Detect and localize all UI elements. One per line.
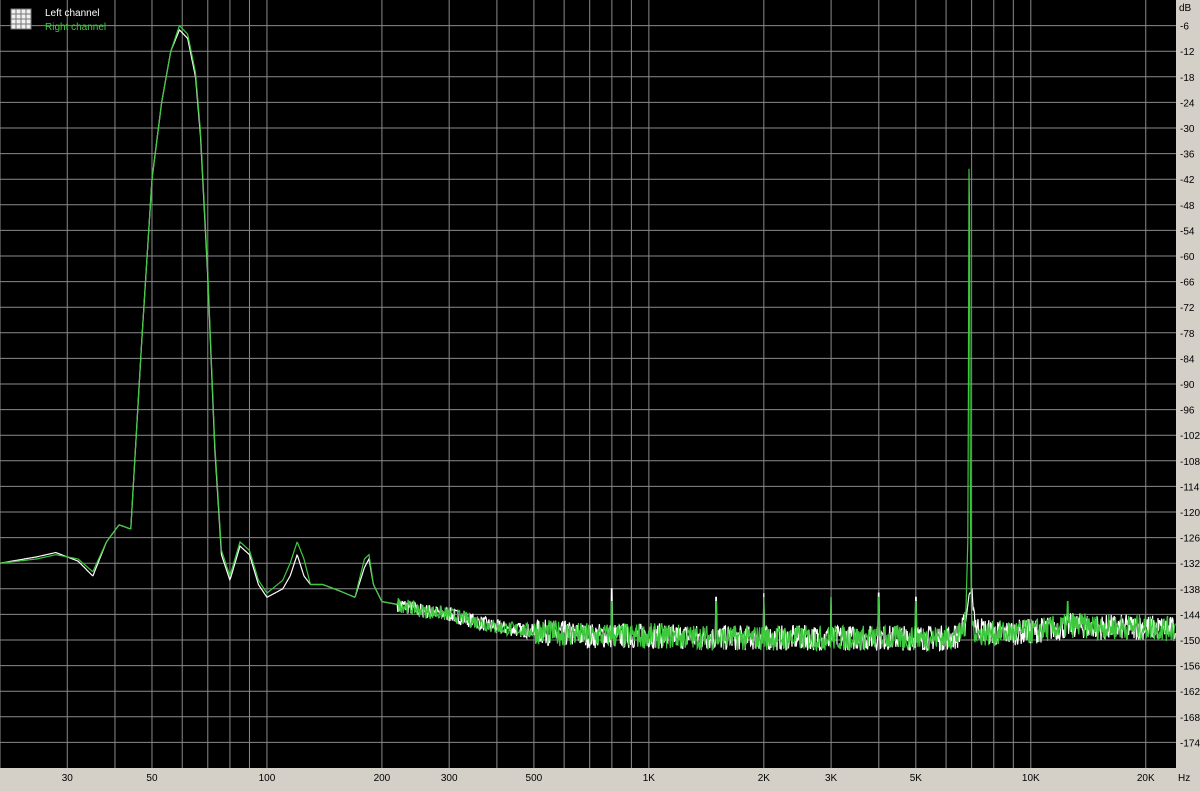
y-tick-label: -12 [1180,47,1195,58]
y-tick-label: -54 [1180,226,1195,237]
y-tick-label: -108 [1180,457,1200,468]
y-tick-label: -156 [1180,662,1200,673]
legend-right-label: Right channel [45,22,106,33]
y-tick-label: -66 [1180,278,1195,289]
y-tick-label: -120 [1180,508,1200,519]
y-tick-label: -72 [1180,303,1195,314]
x-tick-label: 20K [1137,773,1155,784]
x-tick-label: 10K [1022,773,1040,784]
y-tick-label: -78 [1180,329,1195,340]
y-tick-label: -114 [1180,482,1200,493]
y-tick-label: -60 [1180,252,1195,263]
chart-svg: 30 50 100 200 300 500 1K 2K 3K 5K 10K 20K -6 -12 -18 -… [0,0,1200,786]
y-tick-label: -6 [1180,22,1189,33]
x-tick-label: 1K [643,773,656,784]
y-tick-label: -144 [1180,610,1200,621]
x-tick-label: 3K [825,773,838,784]
y-tick-label: -18 [1180,73,1195,84]
x-tick-label: 30 [62,773,74,784]
y-axis-unit-label: dB [1179,3,1192,14]
x-tick-label: 500 [526,773,543,784]
y-tick-label: -138 [1180,585,1200,596]
y-tick-label: -42 [1180,175,1195,186]
x-tick-label: 100 [259,773,276,784]
x-axis-unit-label: Hz [1178,773,1190,784]
legend-left-label: Left channel [45,8,100,19]
y-tick-label: -132 [1180,559,1200,570]
x-tick-label: 50 [146,773,158,784]
y-tick-label: -162 [1180,687,1200,698]
y-tick-label: -30 [1180,124,1195,135]
y-tick-label: -36 [1180,150,1195,161]
y-tick-label: -102 [1180,431,1200,442]
y-tick-label: -24 [1180,98,1195,109]
spectrum-chart: 30 50 100 200 300 500 1K 2K 3K 5K 10K 20K -6 -12 -18 -… [0,0,1200,786]
x-tick-label: 5K [910,773,923,784]
y-tick-label: -96 [1180,406,1195,417]
legend-grid-icon[interactable] [10,8,32,30]
x-tick-label: 2K [758,773,771,784]
x-tick-label: 200 [374,773,391,784]
y-tick-label: -168 [1180,713,1200,724]
y-tick-label: -90 [1180,380,1195,391]
y-tick-label: -174 [1180,738,1200,749]
y-tick-label: -126 [1180,534,1200,545]
y-tick-label: -48 [1180,201,1195,212]
y-tick-label: -84 [1180,354,1195,365]
y-tick-label: -150 [1180,636,1200,647]
x-tick-label: 300 [441,773,458,784]
